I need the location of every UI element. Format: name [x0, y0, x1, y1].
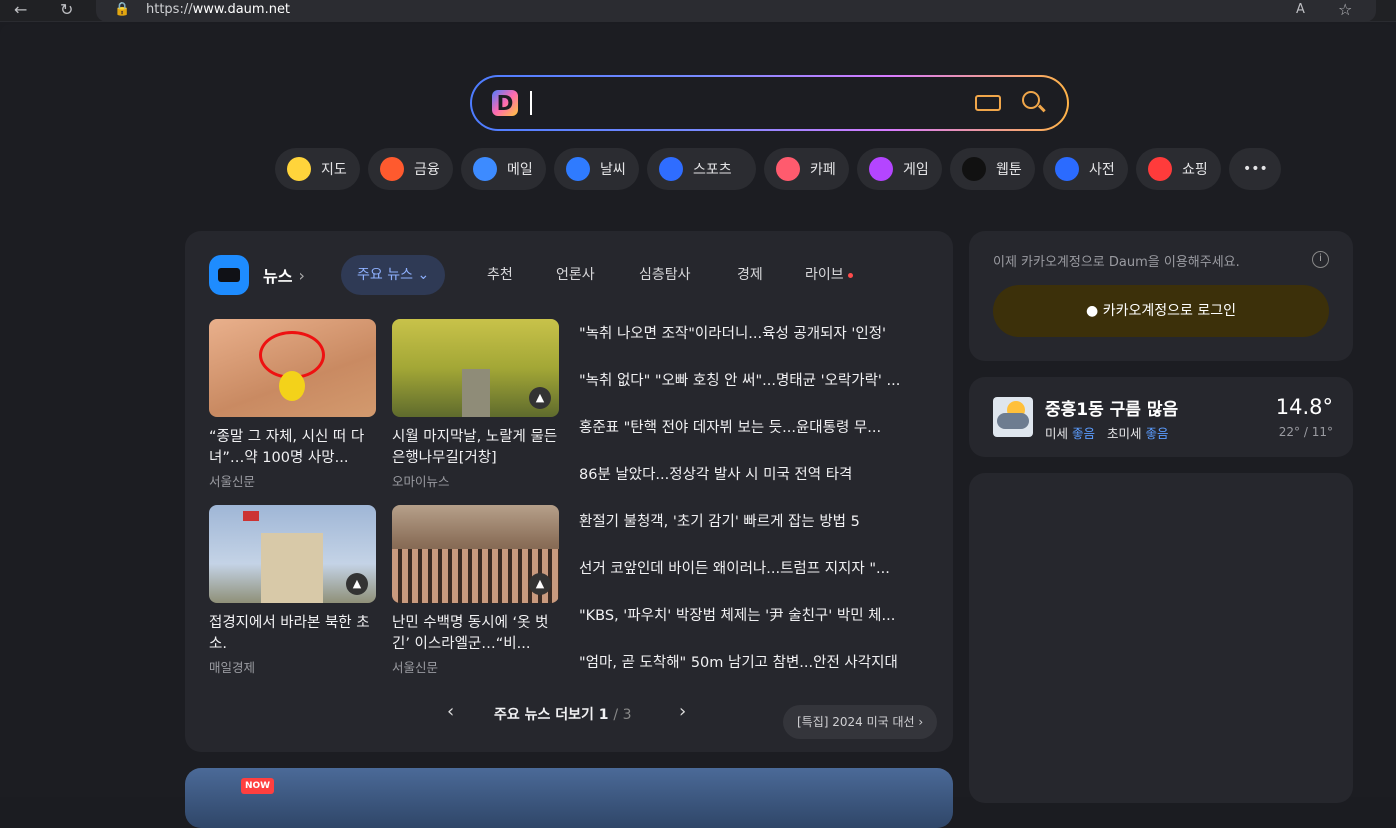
lock-icon: 🔒: [114, 2, 131, 17]
news-caption-2[interactable]: 시월 마지막날, 노랄게 물든 은행나무길[거창]: [392, 427, 559, 469]
login-notice: 이제 카카오계정으로 Daum을 이용해주세요.: [993, 255, 1240, 270]
sports-icon: [659, 157, 683, 181]
headline-item[interactable]: 환절기 불청객, '초기 감기' 빠르게 잡는 방법 5: [579, 510, 929, 531]
dictionary-icon: [1055, 157, 1079, 181]
chip-label: 날씨: [600, 162, 626, 178]
chip-dictionary[interactable]: 사전: [1043, 148, 1128, 190]
headline-item[interactable]: "녹취 나오면 조작"이라더니...육성 공개되자 '인정': [579, 322, 929, 343]
chip-shopping[interactable]: 쇼핑: [1136, 148, 1221, 190]
headline-item[interactable]: "엄마, 곧 도착해" 50m 남기고 참변...안전 사각지대: [579, 651, 929, 672]
cloud-sun-icon: [993, 397, 1033, 437]
cafe-icon: [776, 157, 800, 181]
chip-cafe[interactable]: 카페: [764, 148, 849, 190]
news-thumb-1[interactable]: [209, 319, 376, 417]
chip-label: 지도: [321, 162, 347, 178]
favorite-star-icon[interactable]: ☆: [1338, 1, 1352, 19]
photo-icon: ▲: [529, 387, 551, 409]
chip-label: 쇼핑: [1182, 162, 1208, 178]
tab-economy[interactable]: 경제: [737, 255, 763, 295]
chip-mail[interactable]: 메일: [461, 148, 546, 190]
weather-card: 중흥1동 구름 많음 미세 좋음 초미세 좋음 14.8° 22° / 11°: [969, 377, 1353, 457]
chip-weather[interactable]: 날씨: [554, 148, 639, 190]
news-source-4: 서울신문: [392, 660, 439, 675]
weather-location[interactable]: 중흥1동 구름 많음: [1045, 395, 1178, 420]
daum-page: D 지도 금융 메일 날씨 스포츠 카페 게임 웹툰 사전 쇼핑 ••• 뉴스 › 주요 뉴스 ⌄ …: [0, 24, 1396, 828]
mail-icon: [473, 157, 497, 181]
more-news-link[interactable]: 주요 뉴스 더보기 1 / 3: [494, 704, 632, 724]
read-aloud-icon[interactable]: A: [1296, 1, 1305, 19]
dust-info: 미세 좋음 초미세 좋음: [1045, 426, 1169, 441]
daum-logo-icon: D: [492, 90, 518, 116]
keyboard-icon[interactable]: [975, 95, 1001, 111]
chip-game[interactable]: 게임: [857, 148, 942, 190]
news-logo-icon: [209, 255, 249, 295]
reload-icon[interactable]: ↻: [60, 1, 73, 19]
chevron-down-icon: ⌄: [417, 267, 430, 283]
chip-label: 메일: [507, 162, 533, 178]
info-icon[interactable]: i: [1312, 251, 1329, 268]
news-caption-4[interactable]: 난민 수백명 동시에 ‘옷 벗긴’ 이스라엘군…“비...: [392, 613, 559, 655]
kakao-login-button[interactable]: ● 카카오계정으로 로그인: [993, 285, 1329, 337]
map-pin-icon: [287, 157, 311, 181]
back-icon[interactable]: ←: [14, 1, 27, 19]
chip-label: 웹툰: [996, 162, 1022, 178]
more-services-icon[interactable]: •••: [1229, 148, 1281, 190]
prev-page-icon[interactable]: ‹: [447, 701, 454, 722]
address-bar[interactable]: 🔒 https://www.daum.net A ☆: [96, 0, 1376, 22]
chip-finance[interactable]: 금융: [368, 148, 453, 190]
tab-press[interactable]: 언론사: [556, 255, 595, 295]
search-box[interactable]: D: [470, 75, 1069, 131]
news-thumb-4[interactable]: ▲: [392, 505, 559, 603]
ad-area: [969, 473, 1353, 803]
tab-recommend[interactable]: 추천: [487, 255, 513, 295]
news-caption-3[interactable]: 접경지에서 바라본 북한 초소.: [209, 613, 376, 655]
photo-icon: ▲: [346, 573, 368, 595]
chip-label: 카페: [810, 162, 836, 178]
text-caret: [530, 91, 532, 115]
chip-label: 게임: [903, 162, 929, 178]
shopping-icon: [1148, 157, 1172, 181]
headline-item[interactable]: "녹취 없다" "오빠 호칭 안 써"...명태균 '오락가락' ...: [579, 369, 929, 390]
photo-icon: ▲: [529, 573, 551, 595]
chip-webtoon[interactable]: 웹툰: [950, 148, 1035, 190]
headline-item[interactable]: 선거 코앞인데 바이든 왜이러나...트럼프 지지자 "...: [579, 557, 929, 578]
news-source-3: 매일경제: [209, 660, 256, 675]
headline-item[interactable]: "KBS, '파우치' 박장범 체제는 '尹 술친구' 박민 체...: [579, 604, 929, 625]
weather-icon: [566, 157, 590, 181]
bottom-banner[interactable]: NOW: [185, 768, 953, 828]
tab-main-news[interactable]: 주요 뉴스 ⌄: [341, 255, 446, 295]
news-title[interactable]: 뉴스: [263, 263, 292, 287]
headline-item[interactable]: 홍준표 "탄핵 전야 데자뷔 보는 듯...윤대통령 무...: [579, 416, 929, 437]
chip-label: 스포츠: [693, 162, 732, 178]
news-caption-1[interactable]: “종말 그 자체, 시신 떠 다녀”…약 100명 사망...: [209, 427, 376, 469]
next-page-icon[interactable]: ›: [679, 701, 686, 722]
login-card: 이제 카카오계정으로 Daum을 이용해주세요. i ● 카카오계정으로 로그인: [969, 231, 1353, 361]
url-text: https://www.daum.net: [146, 2, 291, 17]
chip-label: 금융: [414, 162, 440, 178]
temp-range: 22° / 11°: [1278, 425, 1333, 439]
news-source-1: 서울신문: [209, 474, 256, 489]
news-card: 뉴스 › 주요 뉴스 ⌄ 추천 언론사 심층탐사 경제 라이브 “종말 그 자체…: [185, 231, 953, 752]
webtoon-icon: [962, 157, 986, 181]
now-badge: NOW: [241, 778, 275, 794]
search-icon[interactable]: [1022, 91, 1040, 109]
game-icon: [869, 157, 893, 181]
speech-bubble-icon: ●: [1086, 303, 1099, 319]
headline-item[interactable]: 86분 날았다...정상각 발사 시 미국 전역 타격: [579, 463, 929, 484]
chip-map-pin[interactable]: 지도: [275, 148, 360, 190]
news-source-2: 오마이뉴스: [392, 474, 450, 489]
news-thumb-2[interactable]: ▲: [392, 319, 559, 417]
live-dot-icon: [847, 272, 853, 278]
chip-label: 사전: [1089, 162, 1115, 178]
tab-live[interactable]: 라이브: [805, 255, 853, 295]
temperature: 14.8°: [1275, 395, 1333, 419]
finance-icon: [380, 157, 404, 181]
chevron-right-icon[interactable]: ›: [298, 266, 304, 285]
browser-toolbar: ← ↻ 🔒 https://www.daum.net A ☆: [0, 0, 1396, 22]
chip-sports[interactable]: 스포츠: [647, 148, 756, 190]
news-thumb-3[interactable]: ▲: [209, 505, 376, 603]
feature-link[interactable]: [특집] 2024 미국 대선 ›: [783, 705, 938, 739]
tab-indepth[interactable]: 심층탐사: [639, 255, 691, 295]
